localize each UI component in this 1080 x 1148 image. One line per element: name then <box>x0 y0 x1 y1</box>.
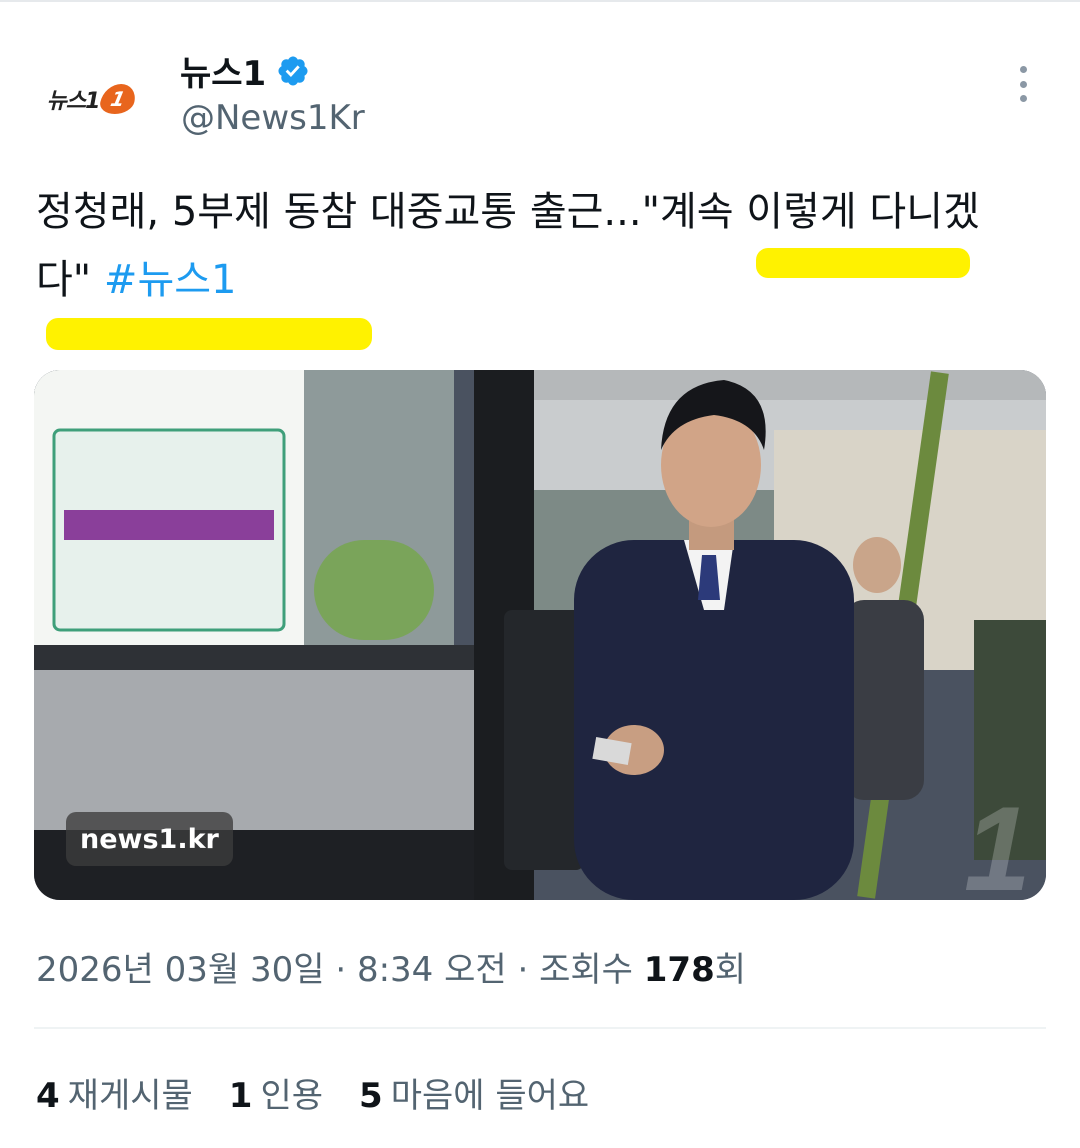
engagement-stats: 4 재게시물 1 인용 5 마음에 들어요 <box>36 1068 625 1117</box>
quotes-label: 인용 <box>260 1076 324 1116</box>
views-label: 조회수 <box>539 950 633 990</box>
display-name[interactable]: 뉴스1 <box>180 46 266 95</box>
more-options-icon[interactable] <box>1005 64 1041 104</box>
views-count: 178 <box>643 950 715 990</box>
highlight-mark <box>46 318 372 350</box>
separator: · <box>517 950 540 990</box>
logo-mark: 1 <box>98 84 139 114</box>
likes-label: 마음에 들어요 <box>390 1076 590 1116</box>
retweets-count: 4 <box>36 1076 60 1116</box>
logo-text: 뉴스1 <box>46 89 101 114</box>
author-handle[interactable]: @News1Kr <box>181 98 365 138</box>
photo-watermark: 1 <box>964 782 1031 900</box>
retweets-label: 재게시물 <box>67 1076 193 1116</box>
quotes-count: 1 <box>228 1076 253 1116</box>
source-badge[interactable]: news1.kr <box>66 812 233 866</box>
retweets-stat[interactable]: 4 재게시물 <box>36 1068 193 1117</box>
tweet-time[interactable]: 8:34 오전 <box>357 950 507 990</box>
quotes-stat[interactable]: 1 인용 <box>229 1068 323 1117</box>
author-name-row[interactable]: 뉴스1 <box>180 46 310 95</box>
dot <box>1019 80 1027 88</box>
dot <box>1019 95 1027 102</box>
news1-logo: 뉴스1 1 <box>46 83 139 115</box>
tweet-text: 정청래, 5부제 동참 대중교통 출근..."계속 이렇게 다니겠다" #뉴스1 <box>36 178 1026 314</box>
likes-count: 5 <box>359 1076 383 1116</box>
tweet-meta: 2026년 03월 30일 · 8:34 오전 · 조회수 178회 <box>36 942 746 991</box>
hashtag-link[interactable]: #뉴스1 <box>104 257 237 303</box>
stats-divider <box>34 1027 1046 1029</box>
avatar[interactable]: 뉴스1 1 <box>34 42 148 156</box>
tweet-date[interactable]: 2026년 03월 30일 <box>36 950 325 990</box>
views-suffix: 회 <box>714 950 747 990</box>
likes-stat[interactable]: 5 마음에 들어요 <box>359 1068 589 1117</box>
separator: · <box>335 950 357 990</box>
dot <box>1019 66 1027 73</box>
verified-badge-icon <box>278 55 308 86</box>
top-divider <box>0 0 1080 2</box>
